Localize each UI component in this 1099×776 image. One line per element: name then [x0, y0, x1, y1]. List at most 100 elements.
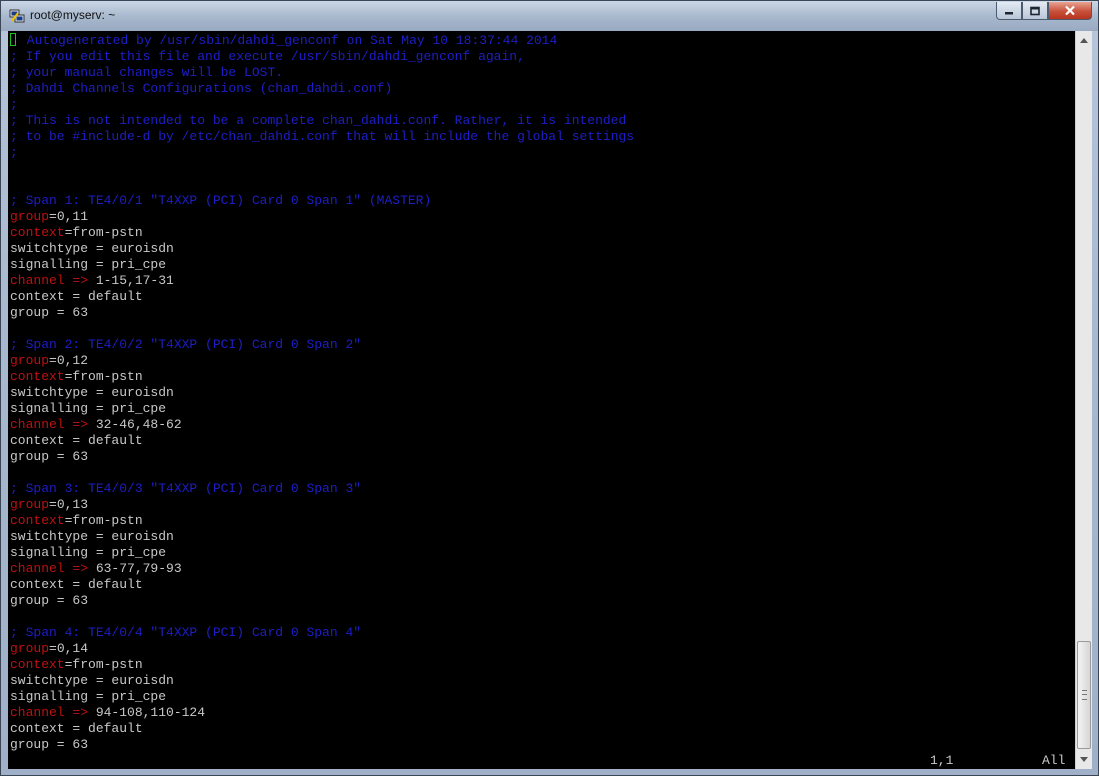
config-value: signalling = pri_cpe [10, 257, 167, 272]
title-bar[interactable]: root@myserv: ~ [1, 1, 1098, 31]
config-key: channel => [10, 561, 89, 576]
terminal-line: context = default [10, 433, 143, 449]
config-value: context = default [10, 433, 143, 448]
window-title: root@myserv: ~ [30, 8, 116, 22]
terminal-line: signalling = pri_cpe [10, 689, 166, 705]
close-button[interactable] [1048, 2, 1092, 20]
terminal-line: group=0,14 [10, 641, 88, 657]
config-key: context [10, 657, 65, 672]
terminal-line: ; Span 3: TE4/0/3 "T4XXP (PCI) Card 0 Sp… [10, 481, 361, 497]
scroll-down-button[interactable] [1076, 751, 1092, 768]
terminal-line: Autogenerated by /usr/sbin/dahdi_genconf… [10, 33, 557, 49]
terminal-line: ; your manual changes will be LOST. [10, 65, 283, 81]
putty-icon[interactable] [9, 8, 25, 24]
config-value: 32-46,48-62 [88, 417, 182, 432]
close-icon [1065, 5, 1075, 16]
terminal-line: channel => 32-46,48-62 [10, 417, 182, 433]
terminal-line: context = default [10, 721, 143, 737]
comment-text: ; your manual changes will be LOST. [10, 65, 284, 80]
config-value: switchtype = euroisdn [10, 673, 174, 688]
scroll-grip-icon [1082, 690, 1087, 700]
config-value: 1-15,17-31 [88, 273, 174, 288]
config-key: channel => [10, 705, 89, 720]
comment-text: ; Span 3: TE4/0/3 "T4XXP (PCI) Card 0 Sp… [10, 481, 362, 496]
comment-text: ; Dahdi Channels Configurations (chan_da… [10, 81, 393, 96]
caption-buttons [996, 2, 1092, 21]
config-value: context = default [10, 577, 143, 592]
terminal-line: group = 63 [10, 593, 88, 609]
terminal-line: context=from-pstn [10, 225, 143, 241]
terminal-line: ; This is not intended to be a complete … [10, 113, 626, 129]
terminal-line: context = default [10, 289, 143, 305]
terminal-line: group=0,12 [10, 353, 88, 369]
terminal-line: context=from-pstn [10, 513, 143, 529]
config-value: group = 63 [10, 593, 89, 608]
terminal-line: switchtype = euroisdn [10, 529, 174, 545]
config-key: group [10, 353, 50, 368]
terminal-line: ; [10, 97, 18, 113]
terminal-line: switchtype = euroisdn [10, 385, 174, 401]
config-value: context = default [10, 721, 143, 736]
terminal-line: ; [10, 145, 18, 161]
config-key: group [10, 209, 50, 224]
scroll-up-button[interactable] [1076, 32, 1092, 49]
terminal-line: group=0,11 [10, 209, 88, 225]
config-value: =from-pstn [64, 513, 143, 528]
terminal-line: ; Span 4: TE4/0/4 "T4XXP (PCI) Card 0 Sp… [10, 625, 361, 641]
config-value: =0,11 [49, 209, 89, 224]
cursor-position: 1,1 [930, 753, 954, 768]
config-value: =from-pstn [64, 225, 143, 240]
config-value: switchtype = euroisdn [10, 529, 174, 544]
config-value: context = default [10, 289, 143, 304]
terminal-line: group = 63 [10, 737, 88, 753]
maximize-icon [1030, 6, 1040, 15]
scroll-up-icon [1080, 38, 1088, 43]
config-value: =0,14 [49, 641, 89, 656]
scroll-indicator: All [1042, 753, 1066, 768]
config-key: group [10, 497, 50, 512]
terminal-line: channel => 94-108,110-124 [10, 705, 205, 721]
terminal-line: channel => 63-77,79-93 [10, 561, 182, 577]
config-value: =0,13 [49, 497, 89, 512]
config-key: context [10, 513, 65, 528]
config-value: =from-pstn [64, 369, 143, 384]
minimize-button[interactable] [996, 2, 1022, 20]
config-key: context [10, 225, 65, 240]
config-value: switchtype = euroisdn [10, 385, 174, 400]
config-value: signalling = pri_cpe [10, 689, 167, 704]
comment-text: ; [10, 97, 18, 112]
window-frame-bottom [1, 769, 1098, 776]
config-value: signalling = pri_cpe [10, 545, 167, 560]
config-key: channel => [10, 273, 89, 288]
terminal-line: ; Span 1: TE4/0/1 "T4XXP (PCI) Card 0 Sp… [10, 193, 431, 209]
terminal-line: ; Dahdi Channels Configurations (chan_da… [10, 81, 392, 97]
config-value: switchtype = euroisdn [10, 241, 174, 256]
terminal-line: ; If you edit this file and execute /usr… [10, 49, 525, 65]
config-value: =from-pstn [64, 657, 143, 672]
maximize-button[interactable] [1022, 2, 1048, 20]
terminal-line: ; to be #include-d by /etc/chan_dahdi.co… [10, 129, 634, 145]
terminal-line: switchtype = euroisdn [10, 241, 174, 257]
terminal-line: context=from-pstn [10, 369, 143, 385]
scroll-thumb[interactable] [1077, 641, 1091, 749]
comment-text: ; If you edit this file and execute /usr… [10, 49, 525, 64]
config-value: =0,12 [49, 353, 89, 368]
config-value: group = 63 [10, 305, 89, 320]
config-key: channel => [10, 417, 89, 432]
terminal-window: root@myserv: ~ Autogenerated by /usr/sbi… [0, 0, 1099, 776]
comment-text: ; to be #include-d by /etc/chan_dahdi.co… [10, 129, 635, 144]
vertical-scrollbar[interactable] [1075, 31, 1092, 769]
scroll-down-icon [1080, 757, 1088, 762]
terminal-line: signalling = pri_cpe [10, 401, 166, 417]
comment-text: ; Span 4: TE4/0/4 "T4XXP (PCI) Card 0 Sp… [10, 625, 362, 640]
config-key: group [10, 641, 50, 656]
terminal-output[interactable]: Autogenerated by /usr/sbin/dahdi_genconf… [8, 31, 1075, 769]
terminal-line: group=0,13 [10, 497, 88, 513]
terminal-line: channel => 1-15,17-31 [10, 273, 174, 289]
minimize-icon [1005, 11, 1013, 14]
text-cursor [10, 33, 16, 46]
terminal-line: context = default [10, 577, 143, 593]
config-value: signalling = pri_cpe [10, 401, 167, 416]
terminal-line: signalling = pri_cpe [10, 545, 166, 561]
terminal-line: group = 63 [10, 449, 88, 465]
